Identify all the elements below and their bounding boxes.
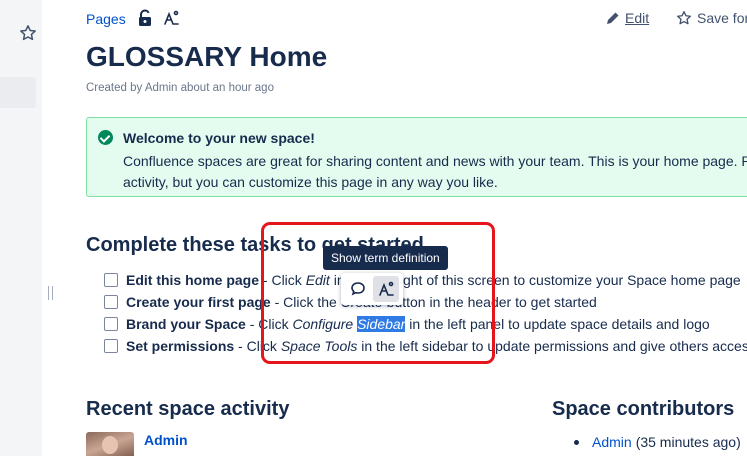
star-icon[interactable] — [19, 24, 37, 42]
space-sidebar — [0, 0, 42, 456]
task-checkbox[interactable] — [104, 273, 118, 287]
save-label: Save for — [697, 10, 747, 26]
avatar[interactable] — [86, 432, 134, 456]
success-panel: Welcome to your new space! Confluence sp… — [86, 117, 747, 197]
task-title: Edit this home page — [126, 272, 260, 288]
sidebar-active-item[interactable] — [0, 77, 36, 108]
star-outline-icon — [677, 11, 691, 25]
contributor-link[interactable]: Admin — [592, 434, 632, 450]
page-title: GLOSSARY Home — [86, 41, 328, 72]
contributor-time: (35 minutes ago) — [635, 434, 741, 450]
edit-label: Edit — [625, 10, 650, 26]
pencil-icon — [607, 12, 619, 24]
activity-heading: Recent space activity — [86, 398, 290, 420]
panel-body: Confluence spaces are great for sharing … — [123, 153, 747, 190]
term-definition-icon[interactable] — [162, 9, 180, 27]
sidebar-resize-handle[interactable] — [48, 286, 53, 300]
task-checkbox[interactable] — [104, 339, 118, 353]
annotation-highlight-box — [261, 222, 495, 364]
contributors-heading: Space contributors — [552, 398, 735, 420]
task-title: Create your first page — [126, 294, 271, 310]
breadcrumb-pages[interactable]: Pages — [86, 11, 126, 27]
check-circle-icon — [98, 130, 113, 145]
edit-button[interactable]: Edit — [606, 10, 649, 26]
task-checkbox[interactable] — [104, 317, 118, 331]
activity-user-link[interactable]: Admin — [144, 432, 188, 448]
save-for-later-button[interactable]: Save for — [676, 10, 747, 26]
contributor-list-item: Admin (35 minutes ago) — [574, 434, 741, 450]
unlock-icon[interactable] — [138, 9, 152, 27]
task-checkbox[interactable] — [104, 295, 118, 309]
task-title: Brand your Space — [126, 316, 246, 332]
panel-title: Welcome to your new space! — [123, 130, 315, 146]
task-title: Set permissions — [126, 338, 235, 354]
page-byline: Created by Admin about an hour ago — [86, 82, 274, 94]
list-bullet — [574, 439, 579, 445]
